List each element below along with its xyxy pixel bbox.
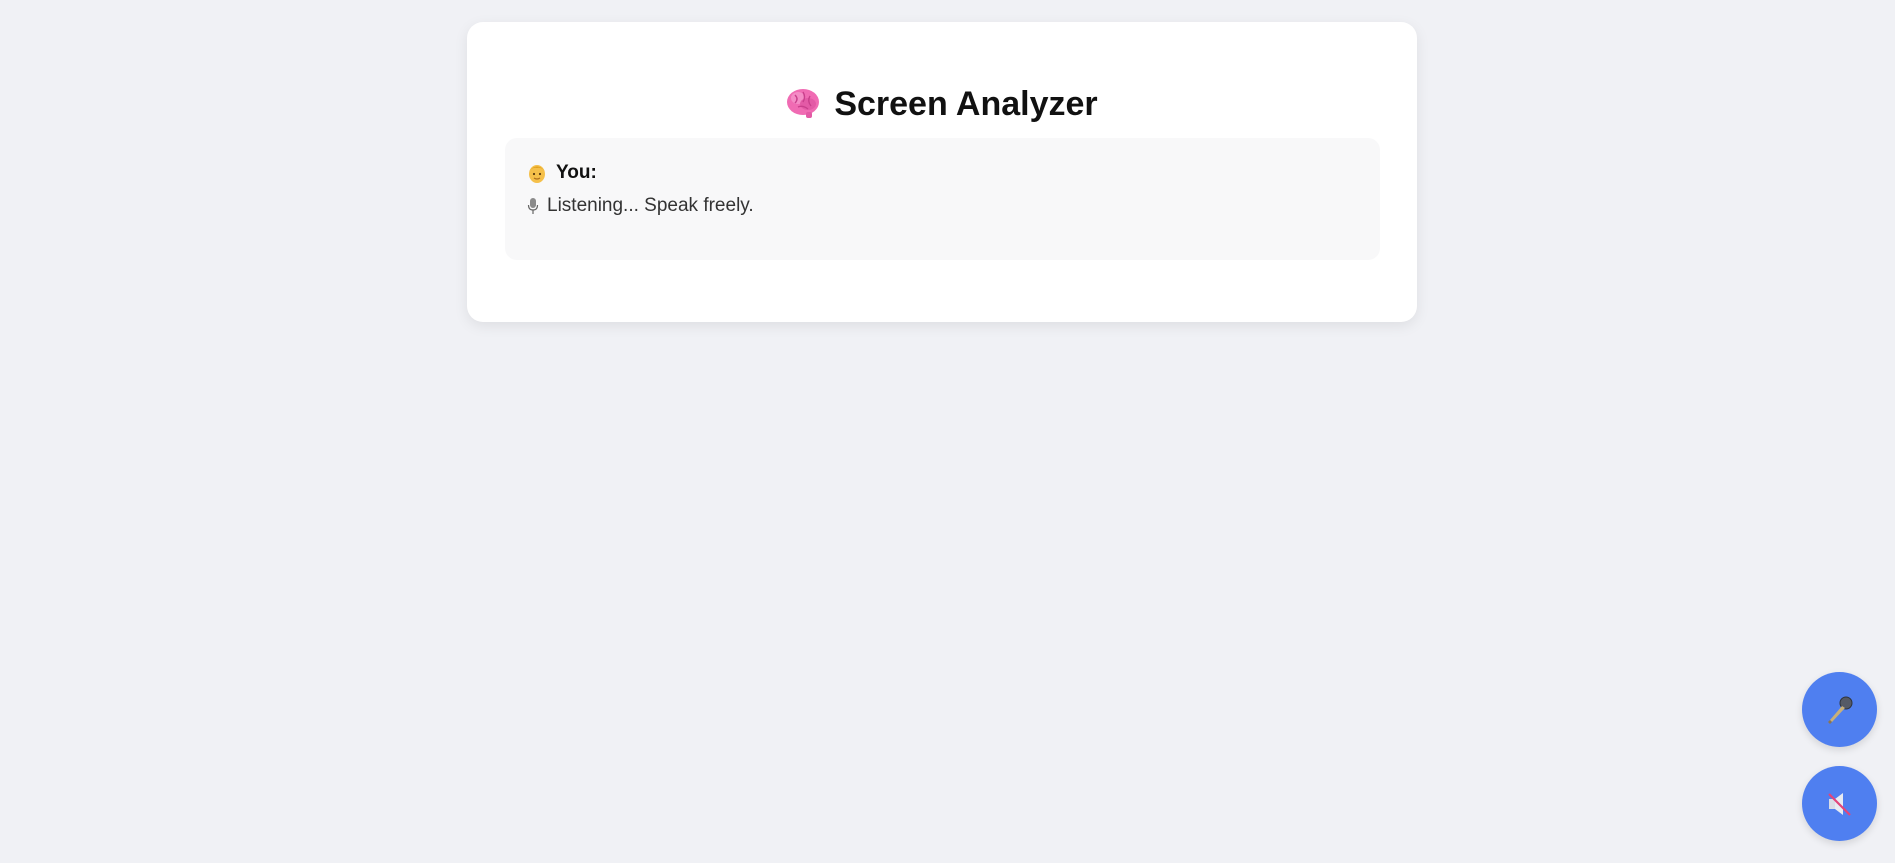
page-title: Screen Analyzer (467, 84, 1417, 124)
microphone-icon (527, 197, 539, 215)
transcript-message: Listening... Speak freely. (527, 195, 754, 217)
main-card: Screen Analyzer You: Listening... Speak … (467, 22, 1417, 322)
microphone-icon (1827, 696, 1852, 724)
speaker-muted-icon (1827, 792, 1851, 816)
speaker-label: You: (556, 162, 597, 183)
transcript-box: You: Listening... Speak freely. (505, 138, 1380, 260)
title-text: Screen Analyzer (834, 85, 1098, 123)
microphone-button[interactable] (1802, 672, 1877, 747)
message-text: Listening... Speak freely. (547, 195, 754, 216)
mute-speaker-button[interactable] (1802, 766, 1877, 841)
brain-icon (786, 87, 820, 119)
speaker-row: You: (527, 162, 597, 184)
person-icon (527, 162, 547, 184)
